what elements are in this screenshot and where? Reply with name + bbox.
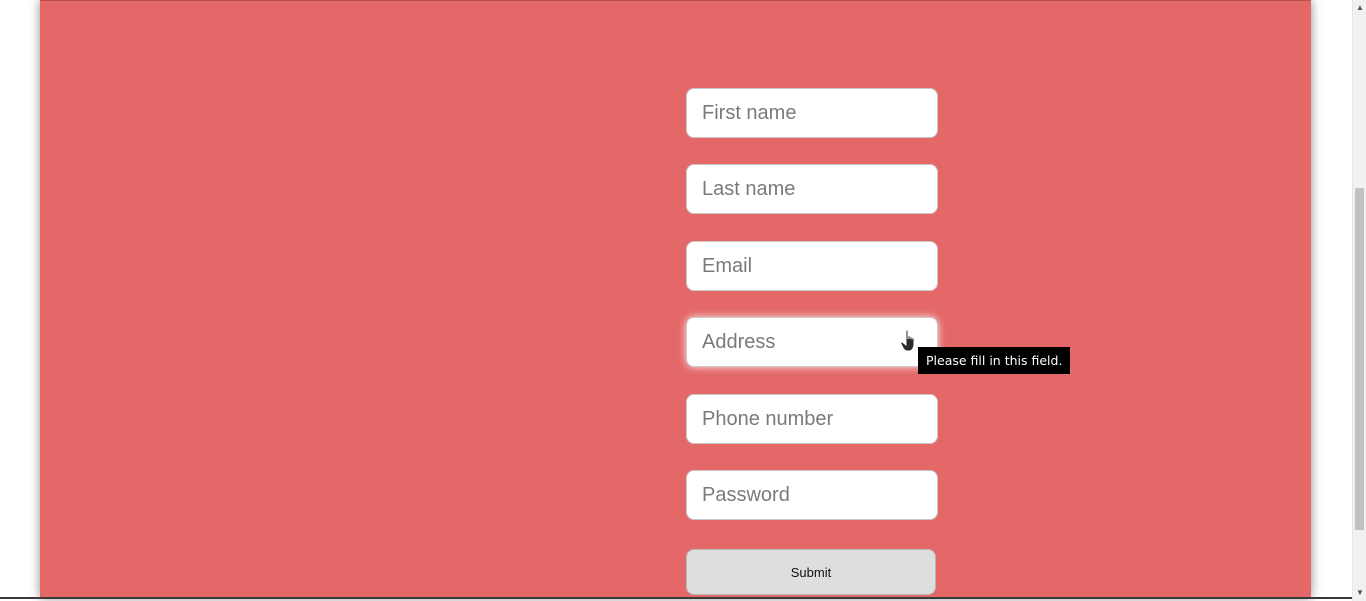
validation-tooltip: Please fill in this field. bbox=[918, 347, 1071, 374]
first-name-input[interactable] bbox=[686, 88, 938, 138]
scrollbar-thumb[interactable] bbox=[1355, 188, 1364, 530]
browser-viewport: Submit Please fill in this field. ▲ ▼ bbox=[0, 0, 1366, 601]
vertical-scrollbar[interactable]: ▲ ▼ bbox=[1352, 0, 1366, 601]
registration-panel bbox=[40, 0, 1311, 598]
scroll-up-arrow-icon[interactable]: ▲ bbox=[1353, 1, 1366, 15]
hand-pointer-icon bbox=[900, 329, 915, 352]
scroll-down-arrow-icon[interactable]: ▼ bbox=[1353, 586, 1366, 600]
phone-number-input[interactable] bbox=[686, 394, 938, 444]
email-input[interactable] bbox=[686, 241, 938, 291]
password-input[interactable] bbox=[686, 470, 938, 520]
page-bottom-border bbox=[0, 597, 1352, 599]
last-name-input[interactable] bbox=[686, 164, 938, 214]
submit-button[interactable]: Submit bbox=[686, 549, 936, 595]
